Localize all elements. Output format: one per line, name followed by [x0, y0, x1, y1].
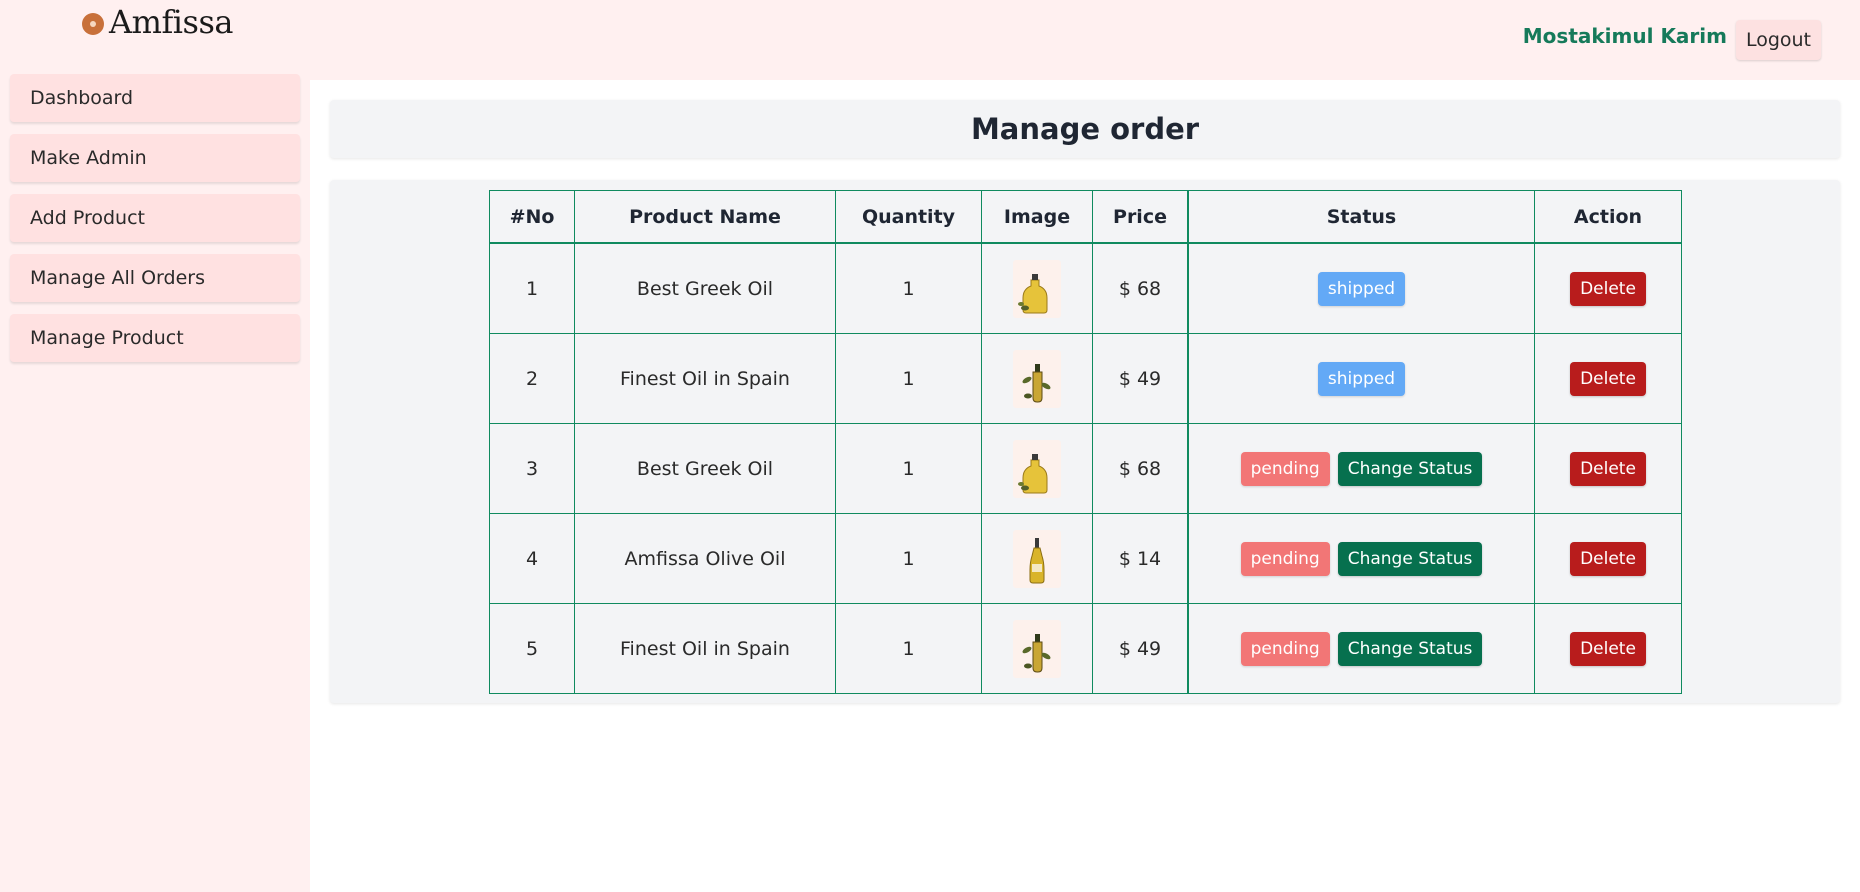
column-header-status: Status: [1187, 190, 1535, 244]
change-status-button[interactable]: Change Status: [1337, 451, 1483, 486]
cell-no: 2: [489, 333, 575, 424]
cell-status: shipped: [1187, 333, 1535, 424]
sidebar-item-make-admin[interactable]: Make Admin: [10, 134, 300, 182]
column-header-product-name: Product Name: [574, 190, 836, 244]
table-header-row: #No Product Name Quantity Image Price St…: [489, 190, 1682, 244]
cell-image: [981, 513, 1093, 604]
change-status-button[interactable]: Change Status: [1337, 541, 1483, 576]
column-header-action: Action: [1534, 190, 1682, 244]
cell-product-name: Finest Oil in Spain: [574, 333, 836, 424]
table-row: 1 Best Greek Oil 1 $ 68 shipped Delete: [489, 242, 1682, 334]
status-badge: shipped: [1317, 361, 1406, 396]
sidebar-item-add-product[interactable]: Add Product: [10, 194, 300, 242]
change-status-button[interactable]: Change Status: [1337, 631, 1483, 666]
column-header-no: #No: [489, 190, 575, 244]
cell-quantity: 1: [835, 333, 982, 424]
cell-quantity: 1: [835, 242, 982, 334]
sidebar-item-manage-product[interactable]: Manage Product: [10, 314, 300, 362]
cell-status: pending Change Status: [1187, 603, 1535, 694]
cell-price: $ 49: [1092, 603, 1189, 694]
cell-action: Delete: [1534, 603, 1682, 694]
page-title: Manage order: [970, 112, 1200, 146]
orders-panel: #No Product Name Quantity Image Price St…: [330, 180, 1840, 703]
top-bar: Amfissa Mostakimul Karim Logout: [0, 0, 1860, 80]
status-badge: pending: [1240, 451, 1330, 486]
cell-status: shipped: [1187, 242, 1535, 334]
sidebar-item-dashboard[interactable]: Dashboard: [10, 74, 300, 122]
orders-table: #No Product Name Quantity Image Price St…: [489, 190, 1682, 694]
cell-action: Delete: [1534, 513, 1682, 604]
user-name: Mostakimul Karim: [1522, 24, 1727, 48]
status-badge: shipped: [1317, 271, 1406, 306]
cell-action: Delete: [1534, 242, 1682, 334]
status-badge: pending: [1240, 541, 1330, 576]
cell-no: 4: [489, 513, 575, 604]
cell-quantity: 1: [835, 603, 982, 694]
cell-no: 1: [489, 242, 575, 334]
cell-status: pending Change Status: [1187, 513, 1535, 604]
cell-product-name: Best Greek Oil: [574, 242, 836, 334]
cell-product-name: Finest Oil in Spain: [574, 603, 836, 694]
cell-price: $ 14: [1092, 513, 1189, 604]
logout-button[interactable]: Logout: [1735, 20, 1821, 60]
cell-action: Delete: [1534, 423, 1682, 514]
cell-action: Delete: [1534, 333, 1682, 424]
cell-product-name: Amfissa Olive Oil: [574, 513, 836, 604]
delete-button[interactable]: Delete: [1570, 541, 1646, 576]
delete-button[interactable]: Delete: [1570, 451, 1646, 486]
column-header-price: Price: [1092, 190, 1189, 244]
greek-oil-image: [1013, 259, 1061, 318]
table-row: 4 Amfissa Olive Oil 1 $ 14 pending Change…: [489, 513, 1682, 604]
cell-quantity: 1: [835, 513, 982, 604]
table-row: 2 Finest Oil in Spain 1 $ 49 shipped Del…: [489, 333, 1682, 424]
page-header: Manage order: [330, 100, 1840, 158]
cell-image: [981, 603, 1093, 694]
column-header-quantity: Quantity: [835, 190, 982, 244]
amfissa-oil-image: [1013, 529, 1061, 588]
cell-image: [981, 423, 1093, 514]
cell-no: 3: [489, 423, 575, 514]
sidebar: Dashboard Make Admin Add Product Manage …: [0, 74, 310, 892]
cell-product-name: Best Greek Oil: [574, 423, 836, 514]
delete-button[interactable]: Delete: [1570, 631, 1646, 666]
column-header-image: Image: [981, 190, 1093, 244]
olive-logo-icon: [82, 13, 104, 35]
cell-image: [981, 242, 1093, 334]
delete-button[interactable]: Delete: [1570, 361, 1646, 396]
greek-oil-image: [1013, 439, 1061, 498]
table-row: 5 Finest Oil in Spain 1 $ 49 pending Cha…: [489, 603, 1682, 694]
cell-price: $ 68: [1092, 242, 1189, 334]
cell-status: pending Change Status: [1187, 423, 1535, 514]
spain-oil-image: [1013, 349, 1061, 408]
cell-image: [981, 333, 1093, 424]
logo-text: Amfissa: [109, 3, 233, 41]
cell-price: $ 68: [1092, 423, 1189, 514]
delete-button[interactable]: Delete: [1570, 271, 1646, 306]
cell-quantity: 1: [835, 423, 982, 514]
cell-no: 5: [489, 603, 575, 694]
status-badge: pending: [1240, 631, 1330, 666]
table-row: 3 Best Greek Oil 1 $ 68 pending Change S…: [489, 423, 1682, 514]
sidebar-item-manage-all-orders[interactable]: Manage All Orders: [10, 254, 300, 302]
brand-logo[interactable]: Amfissa: [82, 2, 233, 42]
spain-oil-image: [1013, 619, 1061, 678]
cell-price: $ 49: [1092, 333, 1189, 424]
